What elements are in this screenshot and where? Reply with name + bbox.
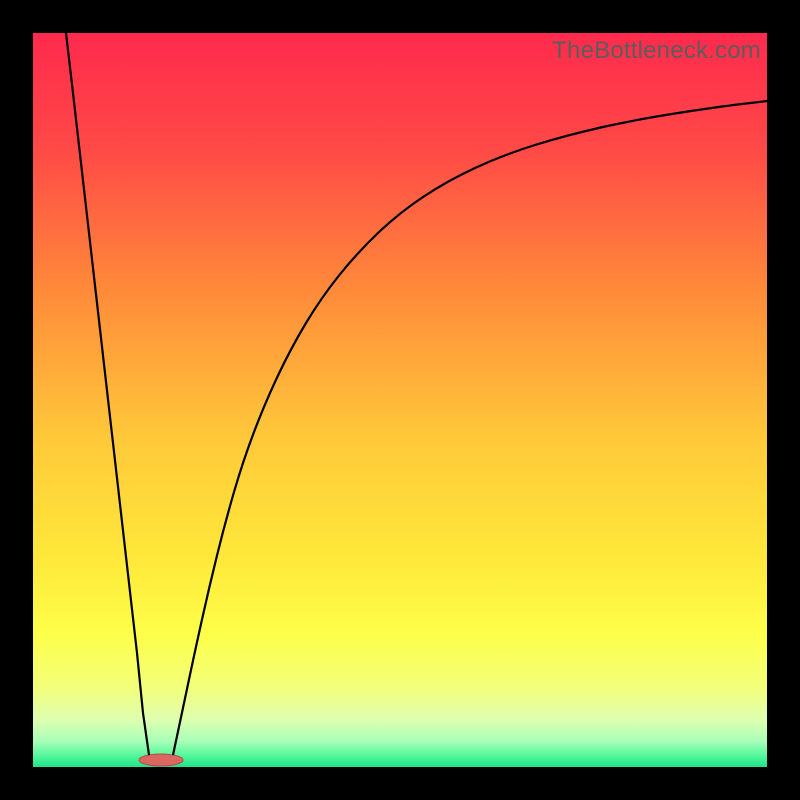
optimal-point-marker (139, 754, 183, 766)
watermark-text: TheBottleneck.com (552, 37, 761, 65)
bottleneck-chart (33, 33, 767, 767)
plot-area: TheBottleneck.com (33, 33, 767, 767)
gradient-background (33, 33, 767, 767)
chart-frame: TheBottleneck.com (0, 0, 800, 800)
